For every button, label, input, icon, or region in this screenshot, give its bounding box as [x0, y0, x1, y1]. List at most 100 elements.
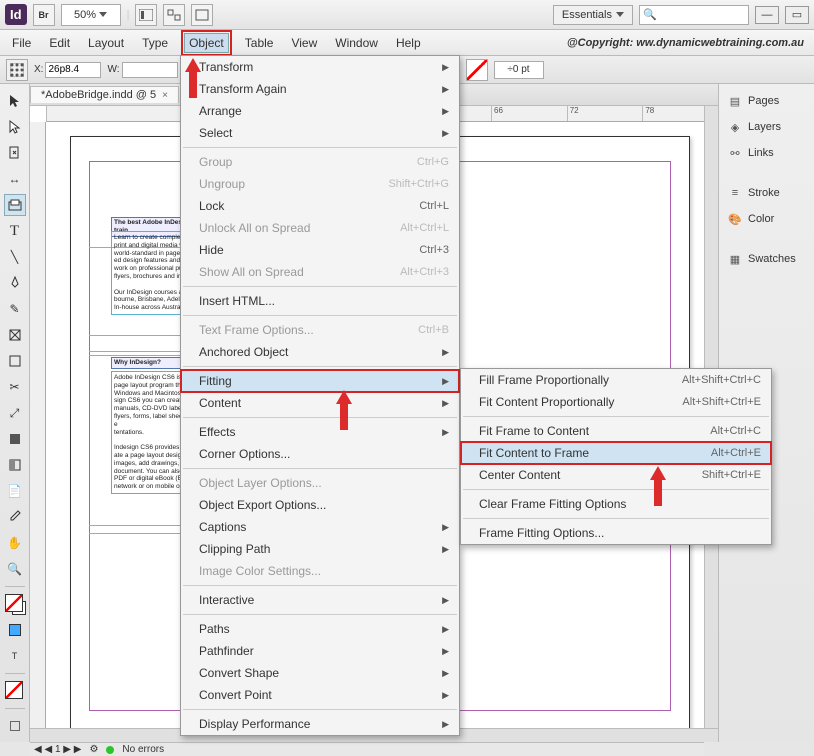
menu-item-select[interactable]: Select▶	[181, 122, 459, 144]
note-tool[interactable]: 📄	[4, 480, 26, 502]
pencil-tool[interactable]: ✎	[4, 298, 26, 320]
direct-selection-tool[interactable]	[4, 116, 26, 138]
close-icon[interactable]: ×	[162, 90, 168, 101]
menu-item-fit-frame-to-content[interactable]: Fit Frame to ContentAlt+Ctrl+C	[461, 420, 771, 442]
stroke-panel-button[interactable]: ≡Stroke	[723, 182, 810, 204]
menu-item-lock[interactable]: LockCtrl+L	[181, 195, 459, 217]
menu-item-object-export-options[interactable]: Object Export Options...	[181, 494, 459, 516]
menu-type[interactable]: Type	[140, 33, 170, 53]
menu-object[interactable]: Object	[184, 33, 229, 53]
apply-none-icon[interactable]	[4, 680, 26, 702]
menu-layout[interactable]: Layout	[86, 33, 126, 53]
menu-item-convert-point[interactable]: Convert Point▶	[181, 684, 459, 706]
menu-item-label: Anchored Object	[199, 345, 288, 359]
arrange-icon[interactable]	[163, 4, 185, 26]
divider	[5, 673, 25, 674]
menu-item-display-performance[interactable]: Display Performance▶	[181, 713, 459, 735]
menu-item-fit-content-proportionally[interactable]: Fit Content ProportionallyAlt+Shift+Ctrl…	[461, 391, 771, 413]
gradient-feather-tool[interactable]	[4, 454, 26, 476]
scissors-tool[interactable]: ✂	[4, 376, 26, 398]
menu-item-label: Fit Content Proportionally	[479, 395, 614, 409]
line-tool[interactable]: ╲	[4, 246, 26, 268]
eyedropper-tool[interactable]	[4, 506, 26, 528]
menu-item-label: Group	[199, 155, 232, 169]
type-tool[interactable]: T	[4, 220, 26, 242]
status-bar: ◀ ◀ 1 ▶ ▶ ⚙ No errors	[30, 742, 704, 756]
fill-stroke-swap[interactable]	[4, 593, 26, 615]
menu-item-label: Fill Frame Proportionally	[479, 373, 609, 387]
panel-label: Color	[748, 213, 774, 225]
fill-none-swatch[interactable]	[466, 59, 488, 81]
layers-panel-button[interactable]: ◈Layers	[723, 116, 810, 138]
pages-icon: ▤	[728, 94, 742, 108]
view-mode-icon[interactable]	[135, 4, 157, 26]
reference-point-icon[interactable]	[6, 59, 28, 81]
selection-tool[interactable]	[4, 90, 26, 112]
menu-edit[interactable]: Edit	[47, 33, 72, 53]
stroke-weight-stepper[interactable]: ÷0 pt	[494, 61, 544, 79]
menu-item-content[interactable]: Content▶	[181, 392, 459, 414]
bridge-icon[interactable]: Br	[33, 4, 55, 26]
menu-item-clear-frame-fitting-options[interactable]: Clear Frame Fitting Options	[461, 493, 771, 515]
search-input[interactable]: 🔍	[639, 5, 749, 25]
pages-panel-button[interactable]: ▤Pages	[723, 90, 810, 112]
menu-item-clipping-path[interactable]: Clipping Path▶	[181, 538, 459, 560]
gradient-swatch-tool[interactable]	[4, 428, 26, 450]
gap-tool[interactable]: ↔	[4, 168, 26, 190]
divider	[5, 586, 25, 587]
menu-table[interactable]: Table	[243, 33, 276, 53]
menu-item-fitting[interactable]: Fitting▶	[181, 370, 459, 392]
view-normal-icon[interactable]	[4, 715, 26, 737]
maximize-button[interactable]: ▭	[785, 6, 809, 24]
hand-tool[interactable]: ✋	[4, 532, 26, 554]
preflight-icon[interactable]: ⚙	[89, 744, 98, 755]
menu-item-insert-html[interactable]: Insert HTML...	[181, 290, 459, 312]
w-input[interactable]	[122, 62, 178, 78]
menu-help[interactable]: Help	[394, 33, 423, 53]
menu-separator	[183, 585, 457, 586]
menu-item-arrange[interactable]: Arrange▶	[181, 100, 459, 122]
content-collector-tool[interactable]	[4, 194, 26, 216]
menu-item-fill-frame-proportionally[interactable]: Fill Frame ProportionallyAlt+Shift+Ctrl+…	[461, 369, 771, 391]
menu-item-convert-shape[interactable]: Convert Shape▶	[181, 662, 459, 684]
rectangle-frame-tool[interactable]	[4, 324, 26, 346]
submenu-arrow-icon: ▶	[442, 62, 449, 73]
chevron-down-icon	[616, 12, 624, 17]
x-input[interactable]	[45, 62, 101, 78]
menu-item-paths[interactable]: Paths▶	[181, 618, 459, 640]
menu-view[interactable]: View	[289, 33, 319, 53]
zoom-value: 50%	[74, 9, 96, 21]
color-panel-button[interactable]: 🎨Color	[723, 208, 810, 230]
menu-window[interactable]: Window	[333, 33, 380, 53]
menu-item-anchored-object[interactable]: Anchored Object▶	[181, 341, 459, 363]
workspace-dropdown[interactable]: Essentials	[553, 5, 633, 25]
format-container-icon[interactable]	[4, 619, 26, 641]
submenu-arrow-icon: ▶	[442, 106, 449, 117]
menu-item-transform[interactable]: Transform▶	[181, 56, 459, 78]
menu-item-captions[interactable]: Captions▶	[181, 516, 459, 538]
swatches-panel-button[interactable]: ▦Swatches	[723, 248, 810, 270]
page-nav[interactable]: ◀ ◀ 1 ▶ ▶	[34, 744, 81, 755]
menu-item-fit-content-to-frame[interactable]: Fit Content to FrameAlt+Ctrl+E	[461, 442, 771, 464]
menu-item-corner-options[interactable]: Corner Options...	[181, 443, 459, 465]
rectangle-tool[interactable]	[4, 350, 26, 372]
links-panel-button[interactable]: ⚯Links	[723, 142, 810, 164]
menu-file[interactable]: File	[10, 33, 33, 53]
minimize-button[interactable]: —	[755, 6, 779, 24]
format-text-icon[interactable]: T	[4, 645, 26, 667]
page-tool[interactable]	[4, 142, 26, 164]
pen-tool[interactable]	[4, 272, 26, 294]
document-tab[interactable]: *AdobeBridge.indd @ 5 ×	[30, 86, 179, 103]
zoom-dropdown[interactable]: 50%	[61, 4, 121, 26]
menu-item-pathfinder[interactable]: Pathfinder▶	[181, 640, 459, 662]
screen-mode-icon[interactable]	[191, 4, 213, 26]
menu-item-frame-fitting-options[interactable]: Frame Fitting Options...	[461, 522, 771, 544]
transform-tool[interactable]: ⤢	[4, 402, 26, 424]
menu-item-interactive[interactable]: Interactive▶	[181, 589, 459, 611]
menu-item-hide[interactable]: HideCtrl+3	[181, 239, 459, 261]
zoom-tool[interactable]: 🔍	[4, 558, 26, 580]
menu-item-effects[interactable]: Effects▶	[181, 421, 459, 443]
menu-separator	[183, 315, 457, 316]
menu-item-transform-again[interactable]: Transform Again▶	[181, 78, 459, 100]
menu-item-center-content[interactable]: Center ContentShift+Ctrl+E	[461, 464, 771, 486]
